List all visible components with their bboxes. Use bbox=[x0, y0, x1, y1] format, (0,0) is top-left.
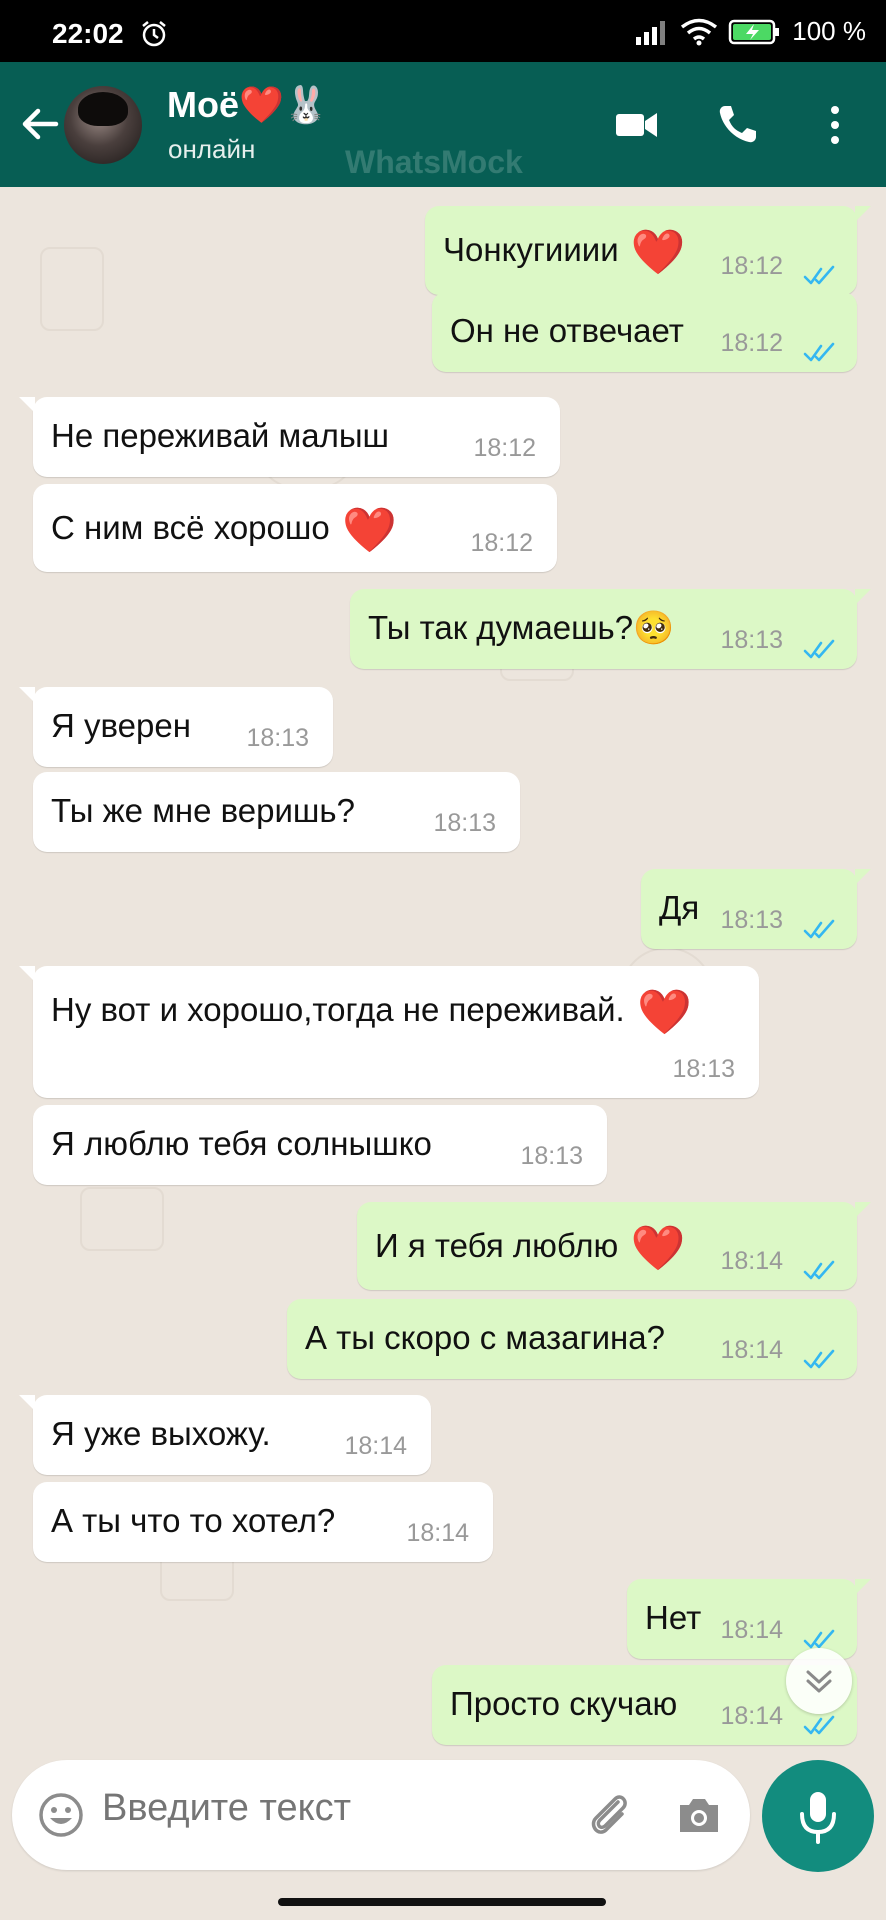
double-check-icon bbox=[803, 911, 839, 939]
incoming-message[interactable]: Я уже выхожу. 18:14 bbox=[19, 1395, 431, 1475]
message-time: 18:13 bbox=[520, 1142, 583, 1170]
more-vert-icon[interactable] bbox=[810, 100, 860, 150]
outgoing-message[interactable]: И я тебя люблю ❤️ 18:14 bbox=[357, 1202, 871, 1290]
double-check-icon bbox=[803, 257, 839, 285]
message-emoji: ❤️ bbox=[618, 1224, 686, 1273]
bubble-tail bbox=[855, 869, 871, 885]
phone-icon[interactable] bbox=[712, 100, 762, 150]
video-call-icon[interactable] bbox=[612, 100, 662, 150]
status-time: 22:02 bbox=[52, 18, 124, 49]
outgoing-message[interactable]: Дя 18:13 bbox=[641, 869, 871, 949]
message-emoji: 🥺 bbox=[633, 609, 675, 646]
incoming-message[interactable]: Не переживай малыш 18:12 bbox=[19, 397, 560, 477]
message-time: 18:14 bbox=[406, 1519, 469, 1547]
incoming-message[interactable]: А ты что то хотел? 18:14 bbox=[33, 1482, 493, 1562]
outgoing-message[interactable]: Ты так думаешь?🥺 18:13 bbox=[350, 589, 871, 669]
message-time: 18:13 bbox=[672, 1055, 735, 1083]
mic-button[interactable] bbox=[762, 1760, 874, 1872]
outgoing-message[interactable]: Он не отвечает 18:12 bbox=[432, 292, 857, 372]
bubble-tail bbox=[19, 1395, 35, 1411]
signal-icon bbox=[636, 20, 666, 45]
attach-icon[interactable] bbox=[584, 1788, 634, 1842]
bubble-tail bbox=[855, 206, 871, 222]
bubble-tail bbox=[19, 397, 35, 413]
message-time: 18:14 bbox=[720, 1702, 783, 1730]
contact-status: онлайн bbox=[168, 134, 256, 164]
outgoing-message[interactable]: А ты скоро с мазагина? 18:14 bbox=[287, 1299, 857, 1379]
scroll-down-icon bbox=[806, 1670, 832, 1693]
message-time: 18:14 bbox=[720, 1336, 783, 1364]
incoming-message[interactable]: С ним всё хорошо ❤️ 18:12 bbox=[33, 484, 557, 572]
message-text: Ты же мне веришь? bbox=[51, 792, 355, 829]
status-bar: 22:02 100 % bbox=[0, 0, 886, 62]
contact-name-emoji: ❤️🐰 bbox=[239, 84, 329, 125]
message-text: Нет bbox=[645, 1599, 702, 1636]
message-time: 18:12 bbox=[720, 252, 783, 280]
message-time: 18:14 bbox=[720, 1247, 783, 1275]
double-check-icon bbox=[803, 334, 839, 362]
back-arrow-icon[interactable] bbox=[16, 100, 64, 148]
message-text: Я уже выхожу. bbox=[51, 1415, 271, 1452]
message-time: 18:13 bbox=[720, 626, 783, 654]
message-input[interactable] bbox=[100, 1786, 474, 1831]
emoji-icon[interactable] bbox=[36, 1790, 86, 1840]
mic-icon bbox=[800, 1792, 836, 1844]
bubble-tail bbox=[855, 589, 871, 605]
message-time: 18:14 bbox=[344, 1432, 407, 1460]
message-text: Я люблю тебя солнышко bbox=[51, 1125, 432, 1162]
message-time: 18:13 bbox=[433, 809, 496, 837]
double-check-icon bbox=[803, 1621, 839, 1649]
message-composer bbox=[12, 1760, 750, 1870]
message-text: Дя bbox=[659, 889, 700, 926]
message-text: Я уверен bbox=[51, 707, 191, 744]
message-text: Не переживай малыш bbox=[51, 417, 390, 454]
message-text: А ты скоро с мазагина? bbox=[305, 1319, 665, 1356]
message-time: 18:14 bbox=[720, 1616, 783, 1644]
scroll-down-button[interactable] bbox=[786, 1648, 852, 1714]
message-text: Ты так думаешь?🥺 bbox=[368, 609, 675, 646]
message-text: Просто скучаю bbox=[450, 1685, 678, 1722]
message-emoji: ❤️ bbox=[329, 506, 397, 555]
bubble-tail bbox=[19, 966, 35, 982]
alarm-icon bbox=[142, 21, 166, 47]
contact-name-text: Моё bbox=[167, 84, 239, 125]
incoming-message[interactable]: Я уверен 18:13 bbox=[19, 687, 333, 767]
message-time: 18:13 bbox=[720, 906, 783, 934]
bubble-tail bbox=[855, 1202, 871, 1218]
incoming-message[interactable]: Ты же мне веришь? 18:13 bbox=[33, 772, 520, 852]
double-check-icon bbox=[803, 1252, 839, 1280]
camera-icon[interactable] bbox=[674, 1790, 724, 1840]
outgoing-message[interactable]: Нет 18:14 bbox=[627, 1579, 871, 1659]
contact-name[interactable]: Моё❤️🐰 bbox=[167, 84, 329, 126]
message-time: 18:12 bbox=[720, 329, 783, 357]
wallpaper-doodle bbox=[80, 1187, 164, 1251]
double-check-icon bbox=[803, 631, 839, 659]
bubble-tail bbox=[855, 1579, 871, 1595]
watermark: WhatsMock bbox=[345, 144, 523, 180]
wifi-icon bbox=[681, 18, 718, 45]
gesture-nav-handle[interactable] bbox=[278, 1898, 606, 1906]
message-emoji: ❤️ bbox=[624, 988, 692, 1037]
message-text: С ним всё хорошо ❤️ bbox=[51, 506, 397, 555]
battery-icon bbox=[729, 19, 780, 44]
chat-area[interactable]: Чонкугииии ❤️ 18:12 Он не отвечает 18:12 Не … bbox=[0, 187, 886, 1757]
wallpaper-doodle bbox=[40, 247, 104, 331]
double-check-icon bbox=[803, 1341, 839, 1369]
incoming-message[interactable]: Я люблю тебя солнышко 18:13 bbox=[33, 1105, 607, 1185]
message-time: 18:12 bbox=[473, 434, 536, 462]
chat-header: Моё❤️🐰 онлайн WhatsMock bbox=[0, 62, 886, 187]
message-text: И я тебя люблю ❤️ bbox=[375, 1224, 686, 1273]
bubble-tail bbox=[19, 687, 35, 703]
message-emoji: ❤️ bbox=[618, 228, 686, 277]
outgoing-message[interactable]: Чонкугииии ❤️ 18:12 bbox=[425, 206, 871, 295]
message-time: 18:12 bbox=[470, 529, 533, 557]
battery-level: 100 % bbox=[792, 16, 866, 46]
message-text: А ты что то хотел? bbox=[51, 1502, 336, 1539]
avatar[interactable] bbox=[64, 86, 142, 164]
incoming-message[interactable]: Ну вот и хорошо,тогда не переживай. ❤️ 18… bbox=[19, 966, 759, 1098]
message-text: Он не отвечает bbox=[450, 312, 684, 349]
message-time: 18:13 bbox=[246, 724, 309, 752]
message-text: Ну вот и хорошо,тогда не переживай. ❤️ bbox=[51, 988, 692, 1037]
message-text: Чонкугииии ❤️ bbox=[443, 228, 686, 277]
